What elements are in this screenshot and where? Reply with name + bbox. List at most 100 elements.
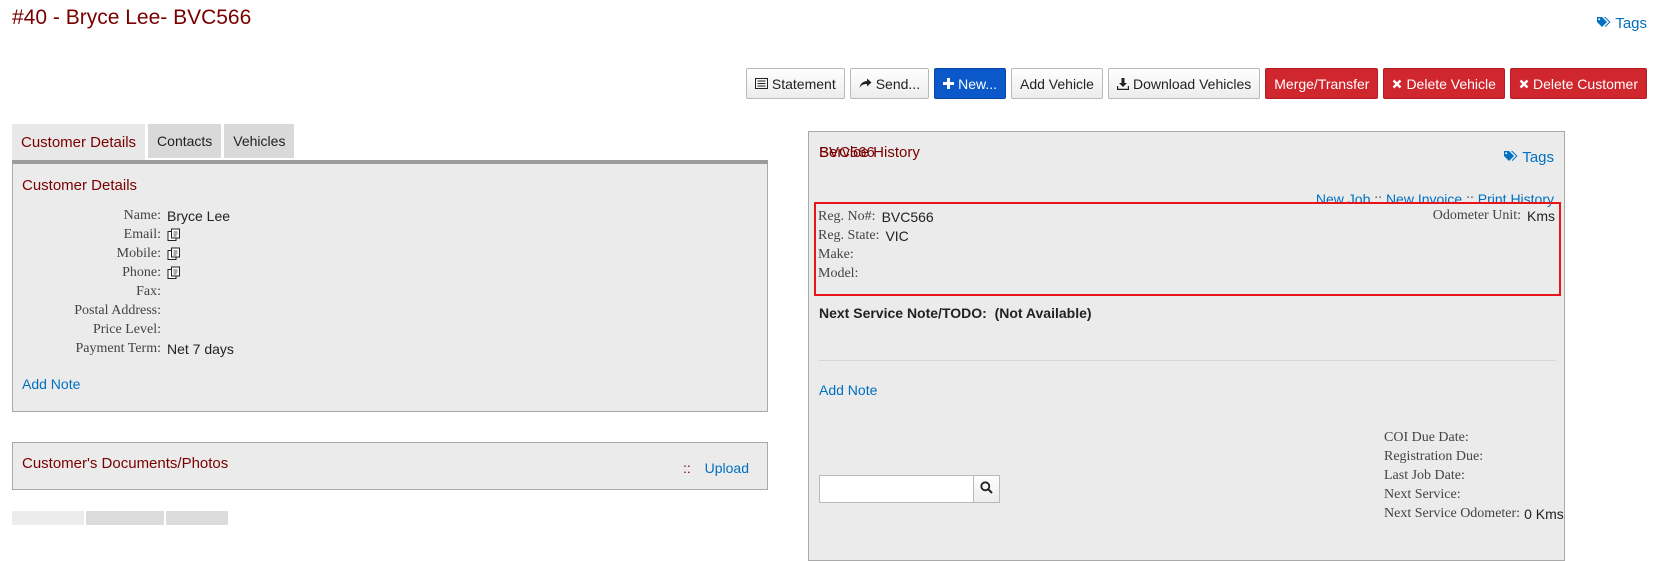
vehicle-add-note-link[interactable]: Add Note [819,382,877,398]
field-row-payment-term: Payment Term: Net 7 days [22,339,234,358]
download-vehicles-label: Download Vehicles [1132,75,1252,92]
odometer-unit-value: Kms [1527,208,1555,224]
name-label: Name: [123,207,161,223]
list-icon [754,78,768,89]
upload-link[interactable]: Upload [705,460,749,476]
documents-tabs [12,511,228,525]
field-row-fax: Fax: [22,282,234,301]
customer-details-heading: Customer Details [22,177,138,194]
statement-button[interactable]: Statement [745,68,845,99]
search-icon [980,481,993,497]
customer-documents-panel: Customer's Documents/Photos :: Upload [12,442,768,490]
documents-tab-2[interactable] [86,511,164,525]
vehicle-tags-link[interactable]: Tags [1503,149,1554,166]
next-service-row: Next Service: [1384,485,1564,504]
documents-tab-1[interactable] [12,511,84,525]
copy-email-icon[interactable] [167,228,181,242]
model-row: Model: [818,266,864,282]
download-vehicles-button[interactable]: Download Vehicles [1107,68,1261,99]
times-icon [1392,79,1402,89]
field-row-name: Name: Bryce Lee [22,206,234,225]
registration-due-row: Registration Due: [1384,447,1564,466]
download-icon [1116,77,1129,90]
customer-add-note-link[interactable]: Add Note [22,376,80,392]
customer-details-panel: Customer Details Name: Bryce Lee Email: … [12,164,768,412]
delete-vehicle-button[interactable]: Delete Vehicle [1383,68,1505,99]
name-value: Bryce Lee [167,207,231,224]
field-row-phone: Phone: [22,263,234,282]
divider [819,360,1556,361]
copy-phone-icon[interactable] [167,266,181,280]
vehicle-panel: BVC566 Tags New Job :: New Invoice :: Pr… [808,131,1565,561]
delete-customer-label: Delete Customer [1532,75,1638,92]
copy-mobile-icon[interactable] [167,247,181,261]
payment-term-value: Net 7 days [167,340,234,357]
registration-due-label: Registration Due: [1384,448,1484,464]
vehicle-tags-label: Tags [1522,149,1554,166]
documents-actions: :: Upload [683,460,749,476]
make-label: Make: [818,247,854,262]
email-label: Email: [123,226,161,242]
tag-icon [1503,149,1522,166]
times-icon [1519,79,1529,89]
documents-separator: :: [682,460,691,476]
send-button[interactable]: Send... [849,68,930,99]
field-row-email: Email: [22,225,234,244]
reg-no-row: Reg. No#: BVC566 [818,209,934,225]
payment-term-label: Payment Term: [75,340,161,356]
delete-vehicle-label: Delete Vehicle [1406,75,1496,92]
delete-customer-button[interactable]: Delete Customer [1509,68,1647,99]
postal-address-label: Postal Address: [74,302,161,318]
phone-label: Phone: [122,264,161,280]
model-label: Model: [818,266,859,281]
field-row-price-level: Price Level: [22,320,234,339]
statement-label: Statement [771,75,836,92]
merge-transfer-button[interactable]: Merge/Transfer [1265,68,1379,99]
last-job-row: Last Job Date: [1384,466,1564,485]
search-button[interactable] [974,475,1000,503]
next-service-note: Next Service Note/TODO: (Not Available) [819,305,1092,321]
documents-tab-3[interactable] [166,511,228,525]
tab-contacts[interactable]: Contacts [148,124,222,158]
send-label: Send... [875,75,921,92]
next-service-odometer-label: Next Service Odometer: [1384,505,1521,521]
reg-state-value: VIC [885,228,909,244]
action-toolbar: Statement Send... New... Add Vehicle Dow… [745,68,1647,99]
share-icon [859,78,872,89]
new-label: New... [958,75,997,92]
field-row-mobile: Mobile: [22,244,234,263]
last-job-label: Last Job Date: [1384,467,1465,483]
new-button[interactable]: New... [934,68,1006,99]
make-row: Make: [818,247,860,263]
odometer-unit-label: Odometer Unit: [1432,208,1521,223]
tags-link[interactable]: Tags [1596,15,1647,32]
reg-state-row: Reg. State: VIC [818,228,909,244]
mobile-label: Mobile: [116,245,161,261]
next-service-odometer-row: Next Service Odometer: 0 Kms [1384,504,1564,523]
odometer-unit-row: Odometer Unit: Kms [1433,208,1555,224]
service-info: COI Due Date: Registration Due: Last Job… [1384,428,1564,523]
service-history-heading: Service History [819,144,920,161]
tab-customer-details[interactable]: Customer Details [12,124,146,160]
next-service-odometer-value: 0 Kms [1524,505,1564,522]
add-vehicle-button[interactable]: Add Vehicle [1011,68,1103,99]
field-row-postal-address: Postal Address: [22,301,234,320]
documents-heading: Customer's Documents/Photos [22,455,229,472]
customer-fields: Name: Bryce Lee Email: Mobile: Phone: Fa… [22,206,234,358]
plus-icon [943,78,955,89]
tags-label: Tags [1615,15,1647,32]
reg-no-value: BVC566 [881,209,934,225]
tag-icon [1596,15,1615,32]
service-history-search-input[interactable] [819,475,974,503]
reg-state-label: Reg. State: [818,228,880,243]
next-service-label: Next Service: [1384,486,1461,502]
service-history-search [819,475,1000,503]
coi-due-row: COI Due Date: [1384,428,1564,447]
coi-due-label: COI Due Date: [1384,429,1469,445]
page-title: #40 - Bryce Lee- BVC566 [12,6,252,29]
tab-vehicles[interactable]: Vehicles [224,124,295,158]
customer-tabs: Customer Details Contacts Vehicles [12,124,295,160]
fax-label: Fax: [136,283,161,299]
price-level-label: Price Level: [92,321,161,337]
reg-no-label: Reg. No#: [818,209,876,224]
